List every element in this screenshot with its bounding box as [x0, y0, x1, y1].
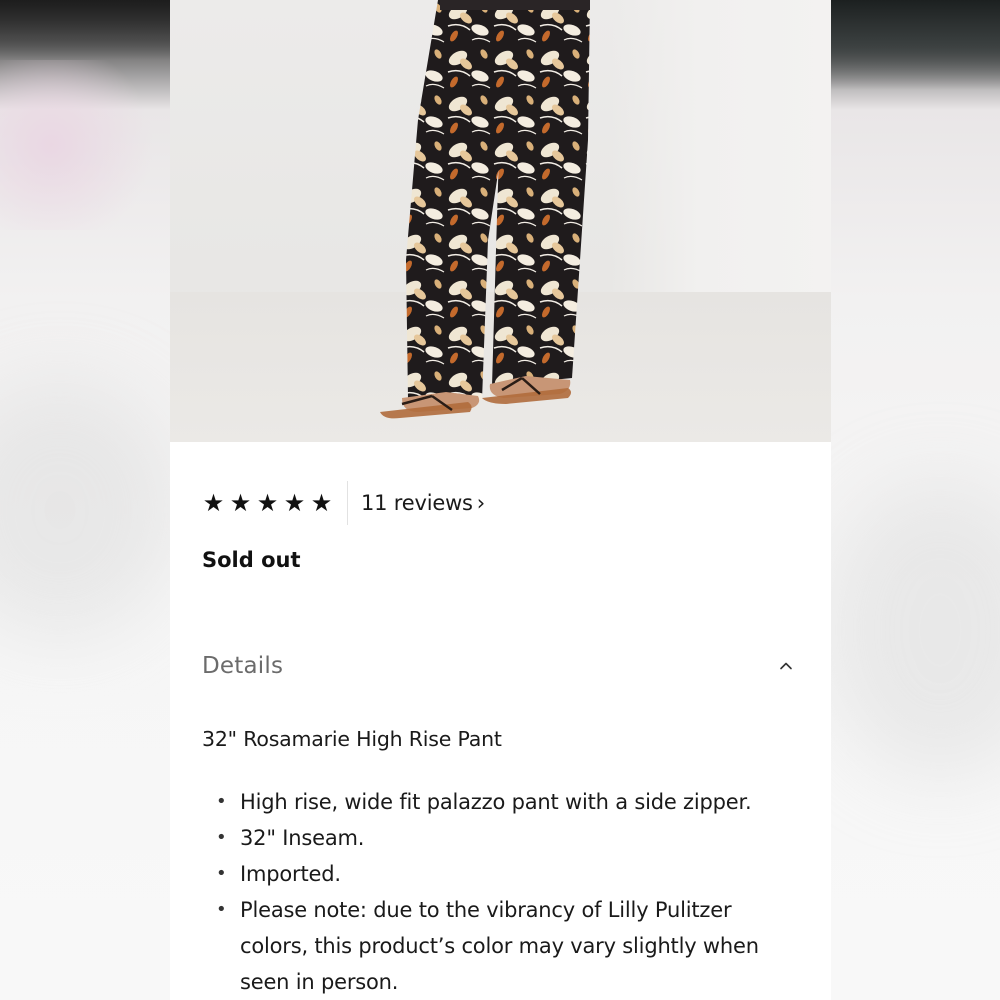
backdrop-shade-left — [0, 0, 170, 60]
backdrop-tint — [0, 60, 170, 230]
star-icon: ★ — [202, 489, 225, 517]
rating-divider — [347, 481, 348, 525]
product-name: 32" Rosamarie High Rise Pant — [202, 727, 502, 751]
list-item: 32" Inseam. — [202, 820, 802, 856]
list-item: High rise, wide fit palazzo pant with a … — [202, 784, 802, 820]
star-icon: ★ — [310, 489, 333, 517]
reviews-link[interactable]: 11 reviews › — [361, 491, 485, 515]
reviews-count-label: 11 reviews — [361, 491, 473, 515]
availability-status: Sold out — [202, 548, 301, 572]
product-card: ★ ★ ★ ★ ★ 11 reviews › Sold out Details 3… — [170, 0, 831, 1000]
backdrop-blur-shape — [820, 480, 1000, 780]
star-icon: ★ — [256, 489, 279, 517]
star-rating: ★ ★ ★ ★ ★ — [202, 480, 333, 526]
star-icon: ★ — [229, 489, 252, 517]
list-item: Imported. — [202, 856, 802, 892]
details-title: Details — [202, 653, 284, 679]
chevron-right-icon: › — [476, 491, 485, 515]
product-image[interactable] — [170, 0, 831, 442]
backdrop-blur-shape — [0, 380, 180, 640]
rating-row: ★ ★ ★ ★ ★ 11 reviews › — [202, 480, 802, 526]
chevron-up-icon — [780, 662, 792, 670]
backdrop-shade-right — [830, 0, 1000, 90]
details-accordion-toggle[interactable]: Details — [202, 649, 802, 683]
details-list: High rise, wide fit palazzo pant with a … — [202, 784, 802, 1000]
list-item: Please note: due to the vibrancy of Lill… — [202, 892, 802, 1000]
star-icon: ★ — [283, 489, 306, 517]
model-illustration — [380, 0, 590, 419]
